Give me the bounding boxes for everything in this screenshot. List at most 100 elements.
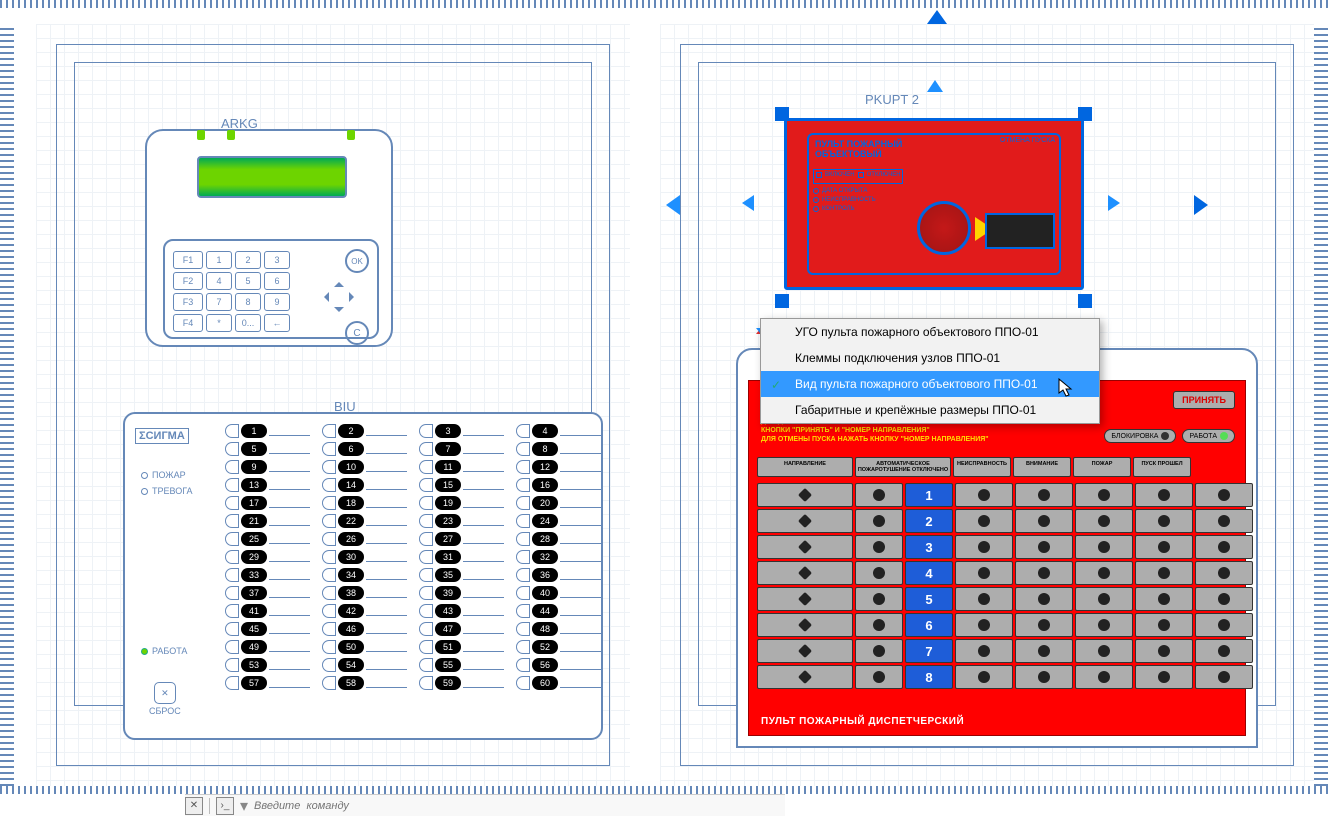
row-number[interactable]: 3 [905,535,953,559]
context-menu-item[interactable]: Габаритные и крепёжные размеры ППО-01 [761,397,1099,423]
close-icon[interactable]: ✕ [185,797,203,815]
zone-indicator[interactable]: 10 [322,460,407,474]
zone-indicator[interactable]: 7 [419,442,504,456]
zone-indicator[interactable]: 48 [516,622,601,636]
arrow-right-icon[interactable] [349,292,359,302]
selection-handle[interactable] [775,294,789,308]
zone-indicator[interactable]: 49 [225,640,310,654]
direction-button[interactable] [757,483,853,507]
zone-indicator[interactable]: 19 [419,496,504,510]
zone-indicator[interactable]: 11 [419,460,504,474]
zone-indicator[interactable]: 29 [225,550,310,564]
zone-indicator[interactable]: 51 [419,640,504,654]
zone-indicator[interactable]: 13 [225,478,310,492]
key-6[interactable]: 6 [264,272,290,290]
zone-indicator[interactable]: 24 [516,514,601,528]
selection-arrow-right-icon[interactable] [1194,195,1218,215]
selection-arrow-right-icon[interactable] [1108,195,1130,211]
zone-indicator[interactable]: 45 [225,622,310,636]
key-7[interactable]: 7 [206,293,232,311]
zone-indicator[interactable]: 54 [322,658,407,672]
zone-indicator[interactable]: 47 [419,622,504,636]
zone-indicator[interactable]: 5 [225,442,310,456]
zone-indicator[interactable]: 34 [322,568,407,582]
context-menu[interactable]: УГО пульта пожарного объектового ППО-01К… [760,318,1100,424]
zone-indicator[interactable]: 59 [419,676,504,690]
direction-button[interactable] [757,561,853,585]
key-2[interactable]: 2 [235,251,261,269]
zone-indicator[interactable]: 60 [516,676,601,690]
zone-indicator[interactable]: 53 [225,658,310,672]
ok-button[interactable]: OK [345,249,369,273]
accept-button[interactable]: ПРИНЯТЬ [1173,391,1235,409]
direction-button[interactable] [757,509,853,533]
key-5[interactable]: 5 [235,272,261,290]
selection-arrow-up-icon[interactable] [927,0,947,24]
work-mode-button[interactable]: РАБОТА [1182,429,1235,443]
zone-indicator[interactable]: 28 [516,532,601,546]
zone-indicator[interactable]: 44 [516,604,601,618]
zone-indicator[interactable]: 3 [419,424,504,438]
key-f4[interactable]: F4 [173,314,203,332]
zone-indicator[interactable]: 50 [322,640,407,654]
zone-indicator[interactable]: 43 [419,604,504,618]
row-number[interactable]: 6 [905,613,953,637]
direction-button[interactable] [757,535,853,559]
zone-indicator[interactable]: 41 [225,604,310,618]
zone-indicator[interactable]: 6 [322,442,407,456]
drawing-page-left[interactable]: ARKG F1 1 2 3 F2 4 5 6 F3 7 8 9 F4 * 0..… [36,24,630,786]
zone-indicator[interactable]: 39 [419,586,504,600]
zone-indicator[interactable]: 8 [516,442,601,456]
arrow-left-icon[interactable] [319,292,329,302]
direction-button[interactable] [757,665,853,689]
zone-indicator[interactable]: 14 [322,478,407,492]
row-number[interactable]: 8 [905,665,953,689]
key-f3[interactable]: F3 [173,293,203,311]
selection-arrow-up-icon[interactable] [927,70,943,92]
zone-indicator[interactable]: 40 [516,586,601,600]
reset-button[interactable]: СБРОС [149,682,181,716]
context-menu-item[interactable]: ✓Вид пульта пожарного объектового ППО-01 [761,371,1099,397]
command-input[interactable] [254,800,454,812]
row-number[interactable]: 2 [905,509,953,533]
zone-indicator[interactable]: 15 [419,478,504,492]
biu-panel[interactable]: ΣСИГМА ПОЖАР ТРЕВОГА РАБОТА СБРОС 123456… [123,412,603,740]
zone-indicator[interactable]: 1 [225,424,310,438]
row-number[interactable]: 7 [905,639,953,663]
context-menu-item[interactable]: УГО пульта пожарного объектового ППО-01 [761,319,1099,345]
zone-indicator[interactable]: 58 [322,676,407,690]
arrow-up-icon[interactable] [334,277,344,287]
row-number[interactable]: 1 [905,483,953,507]
zone-indicator[interactable]: 16 [516,478,601,492]
prompt-icon[interactable]: ›_ [216,797,234,815]
zone-indicator[interactable]: 32 [516,550,601,564]
key-f1[interactable]: F1 [173,251,203,269]
direction-button[interactable] [757,587,853,611]
key-star[interactable]: * [206,314,232,332]
zone-indicator[interactable]: 56 [516,658,601,672]
row-number[interactable]: 4 [905,561,953,585]
block-mode-button[interactable]: БЛОКИРОВКА [1104,429,1176,443]
direction-button[interactable] [757,639,853,663]
zone-indicator[interactable]: 18 [322,496,407,510]
arrow-down-icon[interactable] [334,307,344,317]
zone-indicator[interactable]: 42 [322,604,407,618]
key-3[interactable]: 3 [264,251,290,269]
command-bar[interactable]: ✕ ›_ ▾ [185,794,785,816]
zone-indicator[interactable]: 12 [516,460,601,474]
zone-indicator[interactable]: 20 [516,496,601,510]
zone-indicator[interactable]: 33 [225,568,310,582]
zone-indicator[interactable]: 22 [322,514,407,528]
key-back[interactable]: ← [264,314,290,332]
zone-indicator[interactable]: 9 [225,460,310,474]
key-f2[interactable]: F2 [173,272,203,290]
zone-indicator[interactable]: 26 [322,532,407,546]
key-0[interactable]: 0... [235,314,261,332]
zone-indicator[interactable]: 52 [516,640,601,654]
zone-indicator[interactable]: 30 [322,550,407,564]
key-1[interactable]: 1 [206,251,232,269]
zone-indicator[interactable]: 57 [225,676,310,690]
zone-indicator[interactable]: 38 [322,586,407,600]
zone-indicator[interactable]: 31 [419,550,504,564]
selection-arrow-left-icon[interactable] [732,195,754,211]
